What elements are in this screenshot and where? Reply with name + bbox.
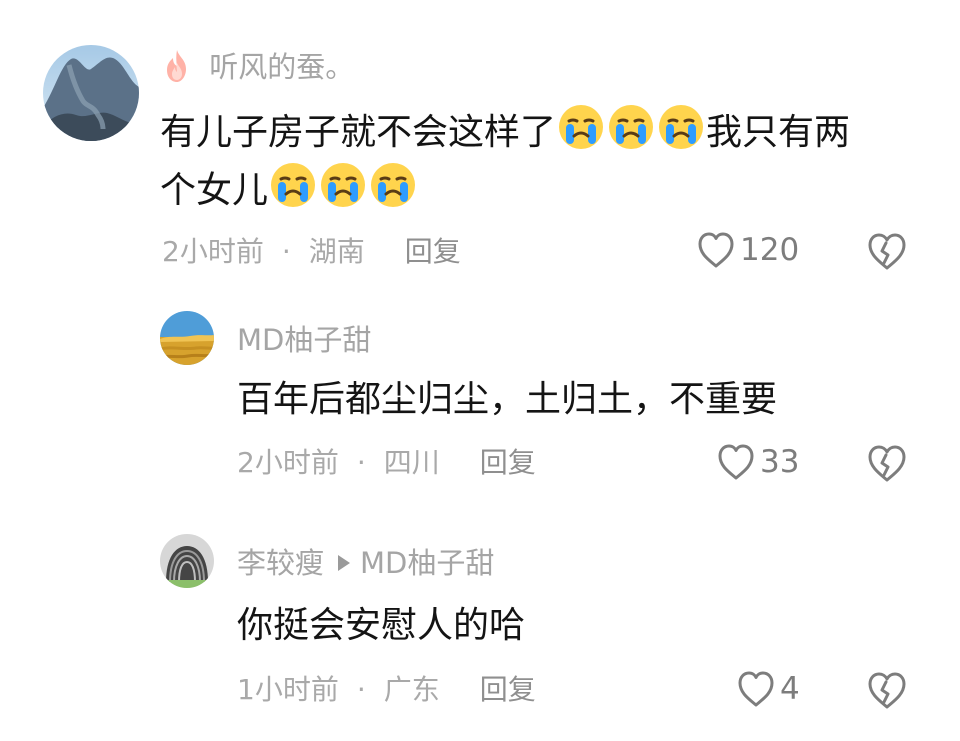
reply-comment-item: MD柚子甜 百年后都尘归尘，土归土，不重要 2小时前 · 四川 回复 33 (0, 290, 960, 510)
crying-face-icon (269, 161, 317, 209)
comment-text-part: 个女儿 (160, 170, 269, 211)
separator-dot: · (281, 235, 291, 268)
comment-author-line: 李较瘦 MD柚子甜 (237, 546, 494, 580)
separator-dot: · (356, 673, 366, 706)
like-button[interactable]: 120 (696, 231, 799, 269)
comment-time: 1小时前 (237, 673, 339, 706)
heart-icon (718, 444, 754, 480)
comment-location: 广东 (383, 673, 440, 706)
comment-author-name[interactable]: MD柚子甜 (237, 323, 371, 357)
crying-face-icon (319, 161, 367, 209)
dislike-broken-heart-icon[interactable] (864, 232, 910, 272)
comment-text-part: 有儿子房子就不会这样了 (160, 112, 557, 153)
comment-time: 2小时前 (162, 235, 264, 268)
reply-button[interactable]: 回复 (405, 236, 461, 268)
like-button[interactable]: 4 (736, 670, 800, 708)
reply-to-arrow-icon (338, 555, 351, 571)
separator-dot: · (356, 446, 366, 479)
comment-content: 百年后都尘归尘，土归土，不重要 (237, 379, 778, 420)
comment-author-name: 听风的蚕。 (209, 50, 355, 84)
avatar-greenhouse-image (160, 534, 214, 588)
heart-icon (738, 671, 774, 707)
comment-meta: 1小时前 · 广东 回复 (237, 674, 536, 706)
reply-to-name[interactable]: MD柚子甜 (360, 546, 494, 580)
like-count: 33 (760, 444, 800, 480)
comment-item: 听风的蚕。 有儿子房子就不会这样了 我只有两个女儿 2小时前 · 湖南 回复 120 (0, 0, 960, 290)
comments-panel: 听风的蚕。 有儿子房子就不会这样了 我只有两 个女儿 2小时前 · 湖南 回复 120 (0, 0, 960, 741)
avatar[interactable] (160, 311, 214, 365)
avatar[interactable] (160, 534, 214, 588)
crying-face-icon (657, 103, 705, 151)
comment-author-name[interactable]: 李较瘦 (237, 546, 324, 580)
like-button[interactable]: 33 (716, 443, 799, 481)
comment-author[interactable]: 听风的蚕。 (162, 49, 354, 84)
like-count: 4 (780, 671, 800, 707)
comment-location: 四川 (383, 446, 440, 479)
avatar-field-image (160, 311, 214, 365)
comment-location: 湖南 (308, 235, 365, 268)
crying-face-icon (369, 161, 417, 209)
crying-face-icon (607, 103, 655, 151)
dislike-broken-heart-icon[interactable] (864, 671, 910, 711)
flame-icon (167, 50, 186, 82)
comment-text-part: 我只有两 (706, 112, 851, 153)
heart-icon (698, 232, 734, 268)
reply-comment-item: 李较瘦 MD柚子甜 你挺会安慰人的哈 1小时前 · 广东 回复 4 (0, 510, 960, 741)
comment-meta: 2小时前 · 四川 回复 (237, 447, 536, 479)
reply-button[interactable]: 回复 (480, 674, 536, 706)
like-count: 120 (740, 232, 800, 268)
crying-face-icon (557, 103, 605, 151)
comment-content: 有儿子房子就不会这样了 我只有两个女儿 (160, 103, 950, 219)
avatar-mountain-image (43, 45, 139, 141)
comment-content: 你挺会安慰人的哈 (237, 605, 526, 646)
comment-time: 2小时前 (237, 446, 339, 479)
reply-button[interactable]: 回复 (480, 447, 536, 479)
avatar[interactable] (43, 45, 139, 141)
dislike-broken-heart-icon[interactable] (864, 444, 910, 484)
comment-meta: 2小时前 · 湖南 回复 (162, 236, 461, 268)
